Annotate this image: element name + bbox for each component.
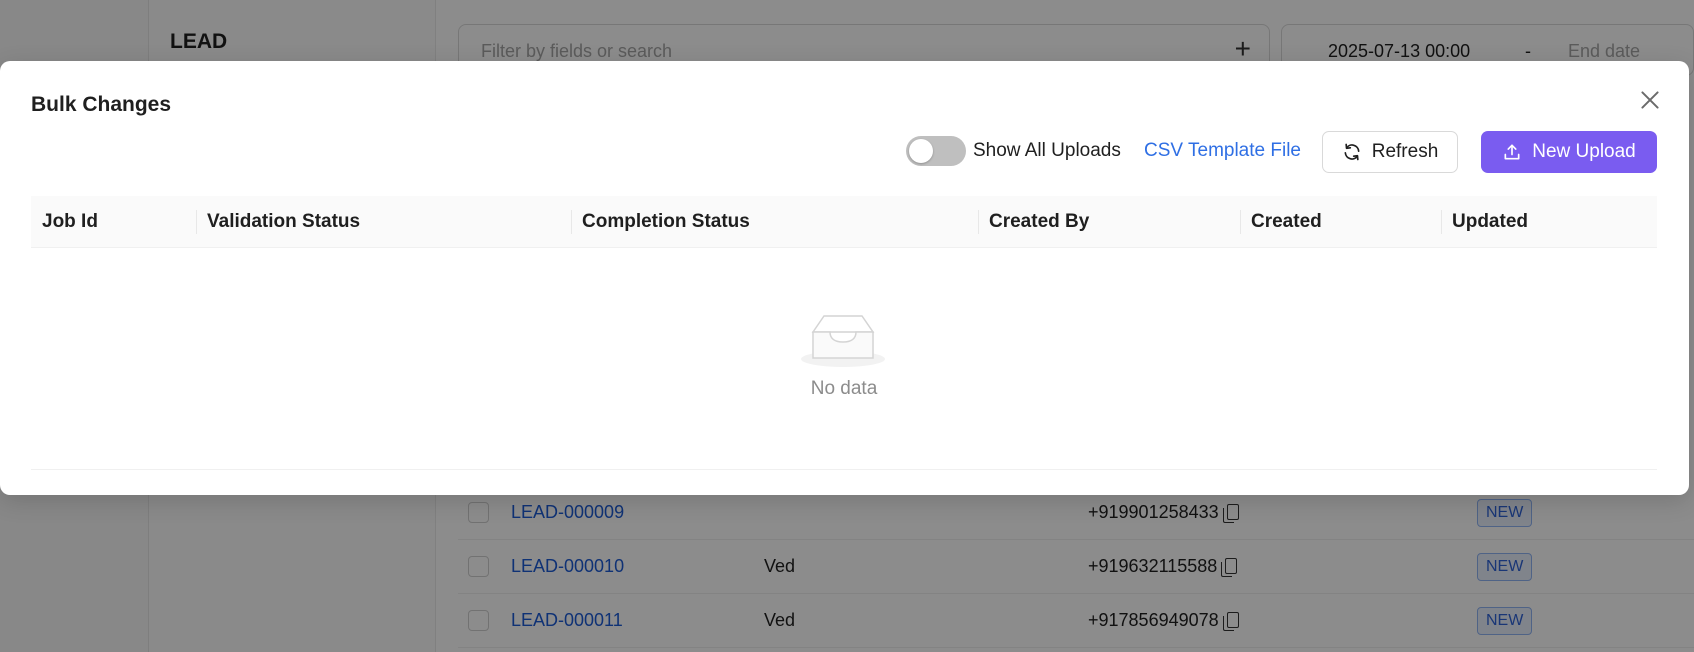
new-upload-label: New Upload <box>1532 141 1636 162</box>
column-header-completion-status: Completion Status <box>582 211 750 232</box>
uploads-table: Job Id Validation Status Completion Stat… <box>31 196 1657 470</box>
toggle-knob <box>909 139 933 163</box>
column-header-job-id: Job Id <box>42 211 98 232</box>
refresh-label: Refresh <box>1371 141 1439 162</box>
table-header: Job Id Validation Status Completion Stat… <box>31 196 1657 248</box>
bulk-changes-modal: Bulk Changes Show All Uploads CSV Templa… <box>0 61 1689 495</box>
refresh-icon <box>1342 142 1362 162</box>
refresh-button[interactable]: Refresh <box>1322 131 1458 173</box>
column-header-validation-status: Validation Status <box>207 211 361 232</box>
column-header-updated: Updated <box>1452 211 1528 232</box>
column-header-created: Created <box>1251 211 1322 232</box>
table-body: No data <box>31 248 1657 470</box>
new-upload-button[interactable]: New Upload <box>1481 131 1657 173</box>
toggle-label: Show All Uploads <box>973 140 1121 161</box>
close-icon[interactable] <box>1637 87 1663 113</box>
upload-icon <box>1502 142 1522 162</box>
show-all-uploads-toggle[interactable] <box>906 136 966 166</box>
empty-inbox-icon <box>800 310 886 368</box>
modal-title: Bulk Changes <box>31 93 172 116</box>
empty-state-text: No data <box>810 378 878 399</box>
column-header-created-by: Created By <box>989 211 1090 232</box>
csv-template-link[interactable]: CSV Template File <box>1144 140 1301 162</box>
